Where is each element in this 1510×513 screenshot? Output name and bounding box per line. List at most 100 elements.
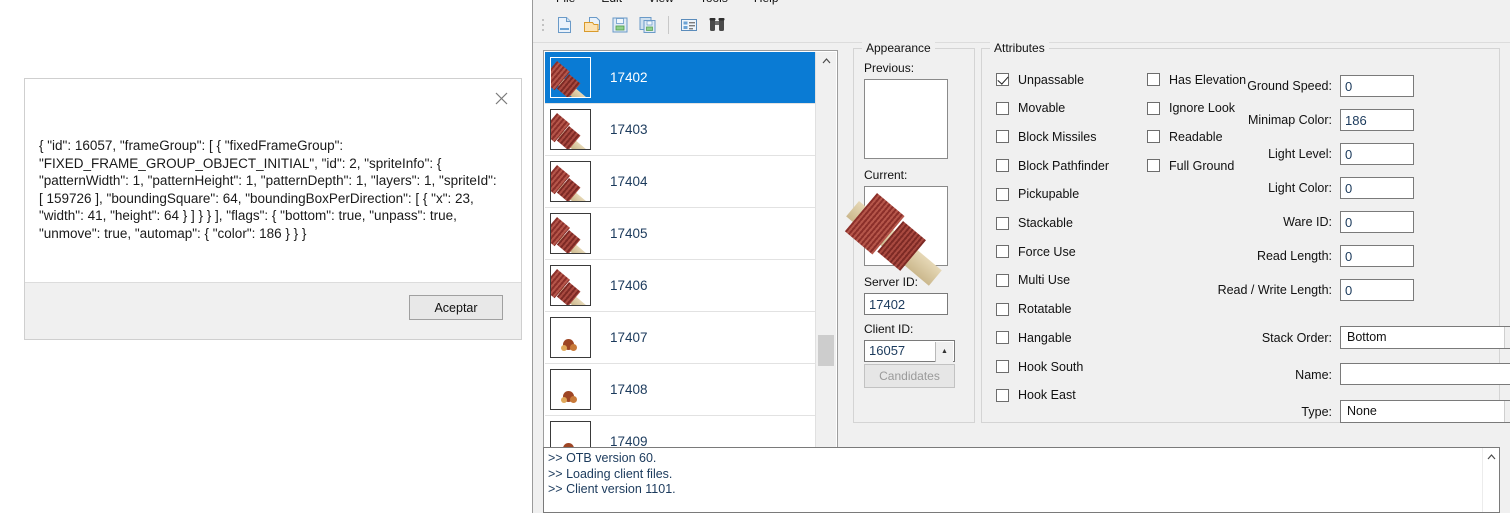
chevron-down-icon[interactable]: ▼	[1504, 401, 1510, 422]
item-id-label: 17408	[610, 382, 648, 397]
spinner-buttons[interactable]: ▲ ▼	[935, 342, 953, 375]
client-id-stepper[interactable]: 16057 ▲ ▼	[864, 340, 955, 375]
accept-button[interactable]: Aceptar	[409, 295, 503, 320]
attribute-block-pathfinder[interactable]: Block Pathfinder	[996, 157, 1109, 174]
checkbox-icon[interactable]	[996, 331, 1009, 345]
attribute-stackable[interactable]: Stackable	[996, 215, 1073, 232]
chevron-up-icon[interactable]	[1483, 450, 1499, 464]
menu-item-edit[interactable]: Edit	[588, 0, 635, 7]
save-as-icon[interactable]	[634, 11, 662, 39]
chevron-down-icon[interactable]: ▼	[1504, 327, 1510, 348]
attribute-movable[interactable]: Movable	[996, 100, 1065, 117]
field-label-read-write-length: Read / Write Length:	[1217, 283, 1332, 297]
current-label: Current:	[864, 168, 908, 182]
type-select[interactable]: None ▼	[1340, 400, 1510, 423]
open-folder-icon[interactable]	[578, 11, 606, 39]
screen: { "id": 16057, "frameGroup": [ { "fixedF…	[0, 0, 1510, 513]
checkbox-icon[interactable]	[996, 216, 1009, 230]
attribute-block-missiles[interactable]: Block Missiles	[996, 128, 1097, 145]
close-icon[interactable]	[490, 89, 512, 111]
item-list-scrollbar[interactable]	[815, 52, 836, 511]
item-sprite-thumbnail	[550, 265, 591, 306]
properties-list-icon[interactable]	[675, 11, 703, 39]
stack-order-select[interactable]: Bottom ▼	[1340, 326, 1510, 349]
field-input-ground-speed[interactable]	[1340, 75, 1414, 97]
name-label: Name:	[1295, 368, 1332, 382]
field-input-light-level[interactable]	[1340, 143, 1414, 165]
checkbox-icon[interactable]	[1147, 130, 1160, 144]
field-input-light-color[interactable]	[1340, 177, 1414, 199]
attributes-group: Attributes Unpassable Movable Block Missil…	[981, 41, 1510, 423]
list-item[interactable]: 17403	[545, 104, 817, 156]
checkbox-icon[interactable]	[1147, 159, 1160, 173]
menu-item-file[interactable]: File	[543, 0, 588, 7]
name-input[interactable]	[1340, 363, 1510, 385]
attribute-hook-east[interactable]: Hook East	[996, 387, 1076, 404]
attribute-multi-use[interactable]: Multi Use	[996, 272, 1070, 289]
list-item[interactable]: 17407	[545, 312, 817, 364]
checkbox-icon[interactable]	[996, 245, 1009, 259]
server-id-input[interactable]	[864, 293, 948, 315]
checkbox-icon[interactable]	[1147, 73, 1160, 86]
attribute-pickupable[interactable]: Pickupable	[996, 186, 1079, 203]
field-label-light-level: Light Level:	[1268, 147, 1332, 161]
field-label-minimap-color: Minimap Color:	[1247, 113, 1332, 127]
checkbox-icon[interactable]	[996, 388, 1009, 402]
toolbar	[533, 8, 1510, 43]
attribute-hook-south[interactable]: Hook South	[996, 358, 1083, 375]
checkbox-icon[interactable]	[996, 360, 1009, 373]
appearance-group-title: Appearance	[862, 41, 935, 55]
chevron-up-icon[interactable]	[816, 52, 836, 70]
checkbox-icon[interactable]	[996, 101, 1009, 115]
attribute-readable[interactable]: Readable	[1147, 128, 1223, 145]
menu-item-tools[interactable]: Tools	[687, 0, 741, 7]
field-label-read-length: Read Length:	[1256, 249, 1332, 263]
list-item[interactable]: 17402	[545, 52, 817, 104]
item-id-label: 17402	[610, 70, 648, 85]
checkbox-icon[interactable]	[996, 130, 1009, 144]
list-item[interactable]: 17405	[545, 208, 817, 260]
list-item[interactable]: 17404	[545, 156, 817, 208]
field-label-light-color: Light Color:	[1268, 181, 1332, 195]
item-sprite-thumbnail	[550, 161, 591, 202]
checkbox-icon[interactable]	[996, 302, 1009, 316]
checkbox-icon[interactable]	[996, 73, 1009, 86]
candidates-button[interactable]: Candidates	[864, 364, 955, 388]
item-id-label: 17403	[610, 122, 648, 137]
menu-item-help[interactable]: Help	[741, 0, 792, 7]
field-input-ware-id[interactable]	[1340, 211, 1414, 233]
save-icon[interactable]	[606, 11, 634, 39]
field-input-minimap-color[interactable]	[1340, 109, 1414, 131]
scrollbar-thumb[interactable]	[818, 335, 834, 366]
new-file-icon[interactable]	[550, 11, 578, 39]
attribute-force-use[interactable]: Force Use	[996, 243, 1076, 260]
menu-item-view[interactable]: View	[635, 0, 687, 7]
log-text: >> OTB version 60. >> Loading client fil…	[548, 451, 676, 496]
list-item[interactable]: 17408	[545, 364, 817, 416]
toolbar-grip[interactable]	[540, 16, 546, 34]
checkbox-label: Multi Use	[1018, 273, 1071, 288]
checkbox-icon[interactable]	[996, 159, 1009, 173]
checkbox-icon[interactable]	[996, 187, 1009, 201]
list-item[interactable]: 17406	[545, 260, 817, 312]
log-panel[interactable]: >> OTB version 60. >> Loading client fil…	[543, 447, 1500, 513]
field-input-read-write-length[interactable]	[1340, 279, 1414, 301]
checkbox-label: Rotatable	[1018, 302, 1072, 317]
item-list[interactable]: 17402 17403 17404 17405 17406 17407 17408 17409…	[543, 50, 838, 513]
stack-order-value: Bottom	[1347, 330, 1387, 344]
appearance-group: Appearance Previous: Current: Server ID:…	[844, 41, 975, 423]
field-input-read-length[interactable]	[1340, 245, 1414, 267]
log-scrollbar[interactable]	[1482, 448, 1499, 512]
find-binoculars-icon[interactable]	[703, 11, 731, 39]
checkbox-icon[interactable]	[1147, 101, 1160, 115]
field-label-ground-speed: Ground Speed:	[1247, 79, 1332, 93]
spinner-up-icon[interactable]: ▲	[936, 342, 953, 362]
attribute-unpassable[interactable]: Unpassable	[996, 71, 1084, 88]
item-id-label: 17405	[610, 226, 648, 241]
attribute-hangable[interactable]: Hangable	[996, 329, 1072, 346]
attribute-rotatable[interactable]: Rotatable	[996, 301, 1072, 318]
menu-bar: File Edit View Tools Help	[533, 0, 1510, 8]
item-sprite-thumbnail	[550, 213, 591, 254]
checkbox-label: Hook South	[1018, 359, 1084, 374]
checkbox-icon[interactable]	[996, 273, 1009, 287]
